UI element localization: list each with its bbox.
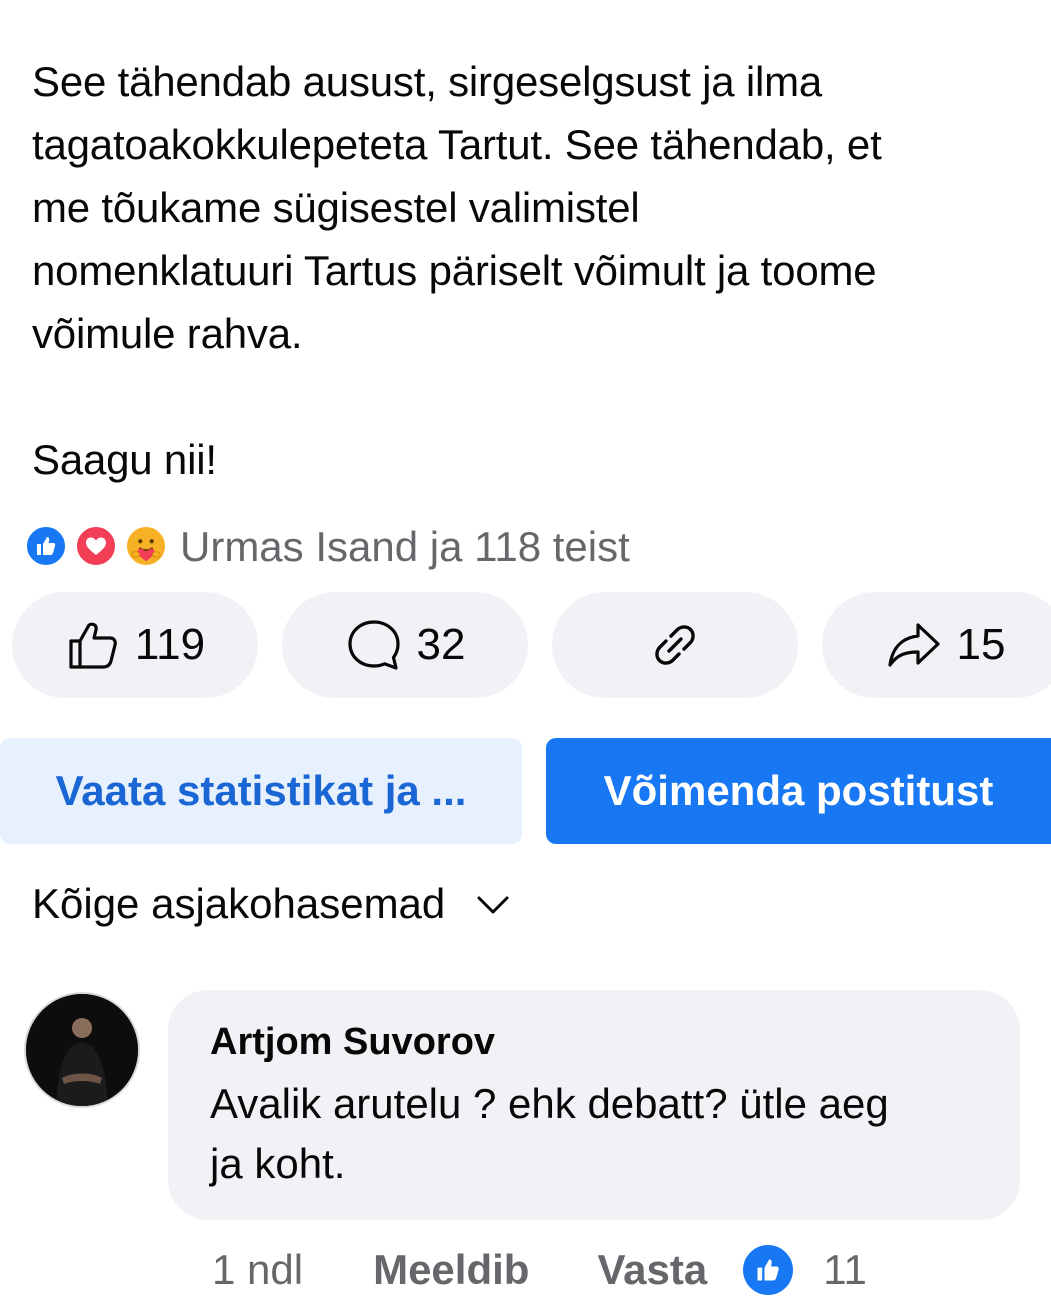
comment-line: ja koht. [210,1140,346,1187]
reactions-summary[interactable]: Urmas Isand ja 118 teist [24,522,630,572]
post-line: võimule rahva. [32,310,303,357]
care-icon [124,524,168,568]
comment-author[interactable]: Artjom Suvorov [210,1016,980,1068]
comment-button[interactable]: 32 [282,592,528,698]
post-actions: 119 32 15 [12,592,1051,698]
share-arrow-icon [887,623,940,667]
chevron-down-icon [477,896,509,914]
link-icon [655,625,695,665]
post-line: nomenklatuuri Tartus päriselt võimult ja… [32,247,877,294]
like-icon [24,524,68,568]
comment-meta: 1 ndl Meeldib Vasta 11 [212,1240,867,1300]
post-text: See tähendab ausust, sirgeselgsust ja il… [32,50,1042,491]
like-count: 119 [134,620,206,669]
comment-sort-dropdown[interactable]: Kõige asjakohasemad [32,874,513,934]
comment-text: Avalik arutelu ? ehk debatt? ütle aeg ja… [210,1074,980,1194]
comment-reaction-count[interactable]: 11 [823,1246,867,1294]
share-count: 15 [956,620,1006,669]
share-button[interactable]: 15 [822,592,1051,698]
boost-post-button[interactable]: Võimenda postitust [546,738,1051,844]
comment-bubble[interactable]: Artjom Suvorov Avalik arutelu ? ehk deba… [168,990,1020,1220]
reaction-icons [24,522,174,572]
comment-sort-label: Kõige asjakohasemad [32,880,446,927]
post-line: me tõukame sügisestel valimistel [32,184,640,231]
comment-timestamp[interactable]: 1 ndl [212,1246,303,1294]
reactions-summary-text: Urmas Isand ja 118 teist [180,523,630,570]
post-closing: Saagu nii! [32,436,217,483]
comment-bubble-icon [347,620,400,670]
post-line: See tähendab ausust, sirgeselgsust ja il… [32,58,823,105]
profile-photo-icon [26,994,138,1106]
like-icon [743,1245,794,1295]
thumbs-up-icon [69,622,117,669]
comment-like-button[interactable]: Meeldib [373,1246,529,1294]
love-icon [74,524,118,568]
comment-reply-button[interactable]: Vasta [597,1246,707,1294]
view-insights-button[interactable]: Vaata statistikat ja ... [0,738,522,844]
like-button[interactable]: 119 [12,592,258,698]
avatar[interactable] [24,992,140,1108]
copy-link-button[interactable] [552,592,798,698]
comment-count: 32 [416,620,466,669]
comment-line: Avalik arutelu ? ehk debatt? ütle aeg [210,1080,889,1127]
post-line: tagatoakokkulepeteta Tartut. See tähenda… [32,121,882,168]
